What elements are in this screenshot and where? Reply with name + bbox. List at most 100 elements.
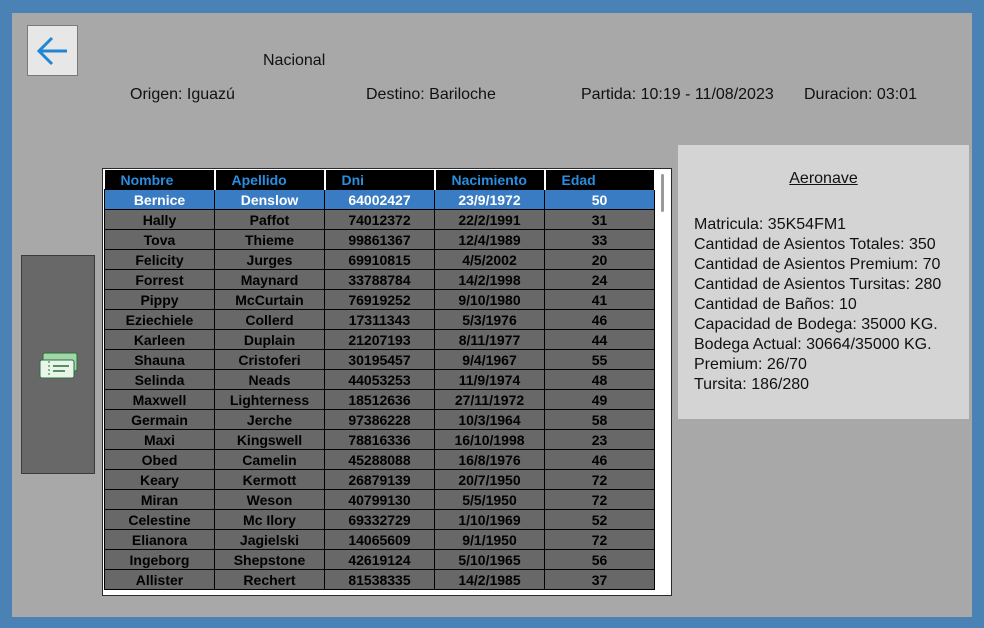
cell-nombre[interactable]: Felicity (104, 249, 215, 270)
cell-nacimiento[interactable]: 20/7/1950 (434, 469, 545, 490)
cell-edad[interactable]: 41 (544, 289, 655, 310)
vertical-scrollbar[interactable] (655, 169, 671, 595)
cell-apellido[interactable]: Kermott (214, 469, 325, 490)
cell-dni[interactable]: 74012372 (324, 209, 435, 230)
cell-apellido[interactable]: Camelin (214, 449, 325, 470)
table-row[interactable]: Bernice Denslow 64002427 23/9/1972 50 (104, 189, 655, 210)
cell-edad[interactable]: 44 (544, 329, 655, 350)
table-row[interactable]: Obed Camelin 45288088 16/8/1976 46 (104, 449, 655, 470)
cell-nombre[interactable]: Tova (104, 229, 215, 250)
cell-edad[interactable]: 33 (544, 229, 655, 250)
cell-apellido[interactable]: Rechert (214, 569, 325, 590)
cell-dni[interactable]: 14065609 (324, 529, 435, 550)
cell-nombre[interactable]: Elianora (104, 529, 215, 550)
cell-nombre[interactable]: Forrest (104, 269, 215, 290)
cell-apellido[interactable]: Collerd (214, 309, 325, 330)
cell-dni[interactable]: 26879139 (324, 469, 435, 490)
cell-apellido[interactable]: Cristoferi (214, 349, 325, 370)
table-row[interactable]: Tova Thieme 99861367 12/4/1989 33 (104, 229, 655, 250)
cell-edad[interactable]: 72 (544, 529, 655, 550)
cell-nacimiento[interactable]: 8/11/1977 (434, 329, 545, 350)
cell-nombre[interactable]: Hally (104, 209, 215, 230)
table-row[interactable]: Shauna Cristoferi 30195457 9/4/1967 55 (104, 349, 655, 370)
cell-nacimiento[interactable]: 5/10/1965 (434, 549, 545, 570)
cell-dni[interactable]: 40799130 (324, 489, 435, 510)
cell-nacimiento[interactable]: 14/2/1985 (434, 569, 545, 590)
cell-edad[interactable]: 20 (544, 249, 655, 270)
cell-edad[interactable]: 58 (544, 409, 655, 430)
cell-apellido[interactable]: Jerche (214, 409, 325, 430)
passengers-grid[interactable]: Nombre Apellido Dni Nacimiento Edad Bern… (102, 168, 672, 596)
cell-edad[interactable]: 48 (544, 369, 655, 390)
cell-dni[interactable]: 99861367 (324, 229, 435, 250)
column-header-nacimiento[interactable]: Nacimiento (434, 170, 546, 190)
cell-edad[interactable]: 50 (544, 189, 655, 210)
cell-nacimiento[interactable]: 5/5/1950 (434, 489, 545, 510)
cell-nombre[interactable]: Maxi (104, 429, 215, 450)
cell-apellido[interactable]: Duplain (214, 329, 325, 350)
cell-nacimiento[interactable]: 5/3/1976 (434, 309, 545, 330)
table-row[interactable]: Hally Paffot 74012372 22/2/1991 31 (104, 209, 655, 230)
cell-nacimiento[interactable]: 16/10/1998 (434, 429, 545, 450)
cell-dni[interactable]: 30195457 (324, 349, 435, 370)
cell-edad[interactable]: 31 (544, 209, 655, 230)
cell-nacimiento[interactable]: 12/4/1989 (434, 229, 545, 250)
cell-apellido[interactable]: Shepstone (214, 549, 325, 570)
cell-dni[interactable]: 76919252 (324, 289, 435, 310)
cell-apellido[interactable]: Thieme (214, 229, 325, 250)
cell-nombre[interactable]: Shauna (104, 349, 215, 370)
cell-apellido[interactable]: Jagielski (214, 529, 325, 550)
cell-nombre[interactable]: Keary (104, 469, 215, 490)
cell-nombre[interactable]: Pippy (104, 289, 215, 310)
cell-apellido[interactable]: McCurtain (214, 289, 325, 310)
table-row[interactable]: Allister Rechert 81538335 14/2/1985 37 (104, 569, 655, 590)
cell-nombre[interactable]: Miran (104, 489, 215, 510)
cell-dni[interactable]: 69910815 (324, 249, 435, 270)
cell-edad[interactable]: 56 (544, 549, 655, 570)
cell-dni[interactable]: 69332729 (324, 509, 435, 530)
table-row[interactable]: Forrest Maynard 33788784 14/2/1998 24 (104, 269, 655, 290)
table-row[interactable]: Maxi Kingswell 78816336 16/10/1998 23 (104, 429, 655, 450)
cell-nacimiento[interactable]: 9/10/1980 (434, 289, 545, 310)
cell-apellido[interactable]: Maynard (214, 269, 325, 290)
cell-edad[interactable]: 37 (544, 569, 655, 590)
cell-dni[interactable]: 97386228 (324, 409, 435, 430)
cell-edad[interactable]: 49 (544, 389, 655, 410)
cell-dni[interactable]: 64002427 (324, 189, 435, 210)
cell-nacimiento[interactable]: 10/3/1964 (434, 409, 545, 430)
cell-nombre[interactable]: Bernice (104, 189, 215, 210)
cell-nacimiento[interactable]: 27/11/1972 (434, 389, 545, 410)
cell-apellido[interactable]: Lighterness (214, 389, 325, 410)
cell-nacimiento[interactable]: 23/9/1972 (434, 189, 545, 210)
cell-nacimiento[interactable]: 9/1/1950 (434, 529, 545, 550)
cell-apellido[interactable]: Jurges (214, 249, 325, 270)
cell-dni[interactable]: 78816336 (324, 429, 435, 450)
cell-nacimiento[interactable]: 16/8/1976 (434, 449, 545, 470)
cell-edad[interactable]: 72 (544, 489, 655, 510)
cell-apellido[interactable]: Neads (214, 369, 325, 390)
cell-dni[interactable]: 21207193 (324, 329, 435, 350)
cell-apellido[interactable]: Kingswell (214, 429, 325, 450)
cell-edad[interactable]: 72 (544, 469, 655, 490)
cell-nombre[interactable]: Allister (104, 569, 215, 590)
tickets-button[interactable] (21, 255, 95, 474)
table-row[interactable]: Celestine Mc Ilory 69332729 1/10/1969 52 (104, 509, 655, 530)
cell-edad[interactable]: 46 (544, 309, 655, 330)
table-row[interactable]: Maxwell Lighterness 18512636 27/11/1972 49 (104, 389, 655, 410)
cell-nombre[interactable]: Celestine (104, 509, 215, 530)
column-header-edad[interactable]: Edad (544, 170, 656, 190)
table-row[interactable]: Selinda Neads 44053253 11/9/1974 48 (104, 369, 655, 390)
cell-nacimiento[interactable]: 11/9/1974 (434, 369, 545, 390)
cell-dni[interactable]: 18512636 (324, 389, 435, 410)
cell-edad[interactable]: 24 (544, 269, 655, 290)
table-row[interactable]: Felicity Jurges 69910815 4/5/2002 20 (104, 249, 655, 270)
cell-edad[interactable]: 46 (544, 449, 655, 470)
cell-nombre[interactable]: Eziechiele (104, 309, 215, 330)
cell-dni[interactable]: 17311343 (324, 309, 435, 330)
cell-nombre[interactable]: Germain (104, 409, 215, 430)
table-row[interactable]: Eziechiele Collerd 17311343 5/3/1976 46 (104, 309, 655, 330)
cell-dni[interactable]: 81538335 (324, 569, 435, 590)
column-header-apellido[interactable]: Apellido (214, 170, 326, 190)
cell-dni[interactable]: 33788784 (324, 269, 435, 290)
table-row[interactable]: Keary Kermott 26879139 20/7/1950 72 (104, 469, 655, 490)
